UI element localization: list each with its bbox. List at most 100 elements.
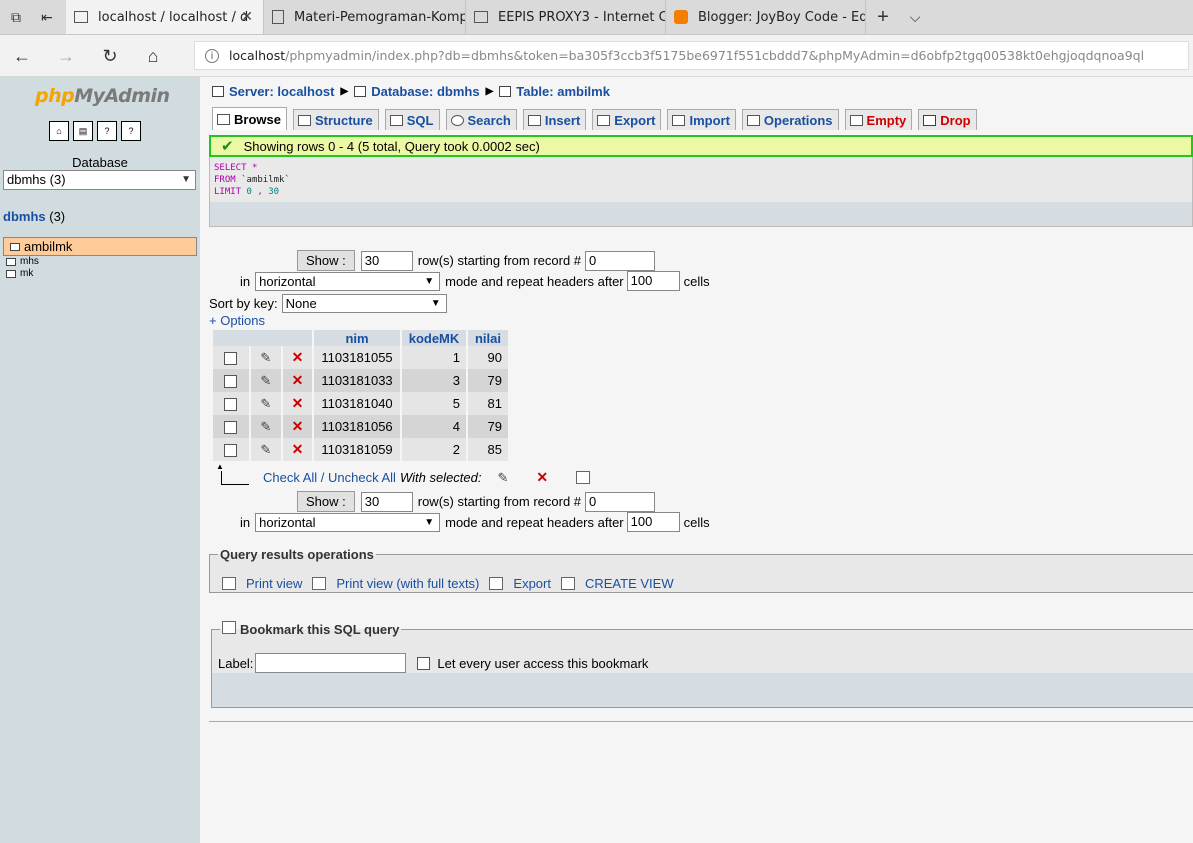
browser-tab-materi[interactable]: Materi-Pemograman-Komp xyxy=(264,0,466,34)
database-label: Database xyxy=(72,155,128,170)
delete-x-icon[interactable]: ✕ xyxy=(292,395,304,411)
table-item-mk[interactable]: mk xyxy=(3,268,197,280)
display-mode-select[interactable]: horizontal ▼ xyxy=(255,271,441,291)
tab-menu-chevron-down-icon[interactable]: ⌵ xyxy=(904,0,926,34)
tab-drop[interactable]: Drop xyxy=(918,109,977,130)
browser-tab-eepis[interactable]: EEPIS PROXY3 - Internet Co xyxy=(466,0,666,34)
blogger-icon xyxy=(674,10,688,24)
query-results-operations: Query results operations Print view Prin… xyxy=(209,547,1193,593)
every-user-checkbox[interactable] xyxy=(417,656,431,670)
check-all-link[interactable]: Check All / Uncheck All xyxy=(263,470,396,485)
rows-count-input[interactable]: 30 xyxy=(360,491,413,512)
tab-label: SQL xyxy=(406,112,434,128)
show-button[interactable]: Show : xyxy=(297,491,355,512)
delete-selected-x-icon[interactable]: ✕ xyxy=(536,469,548,486)
table-icon[interactable] xyxy=(6,270,16,278)
sql-keyword-select: SELECT xyxy=(214,163,247,173)
table-icon[interactable] xyxy=(6,258,16,266)
tab-empty[interactable]: Empty xyxy=(844,109,913,130)
table-tabs: Browse Structure SQL Search Insert Expor… xyxy=(212,107,977,131)
edit-cell: ✎ xyxy=(250,392,281,415)
new-tab-button[interactable]: + xyxy=(872,0,894,34)
print-icon[interactable] xyxy=(222,577,236,590)
breadcrumb-table[interactable]: Table: ambilmk xyxy=(516,84,610,99)
tab-import[interactable]: Import xyxy=(667,109,736,130)
delete-x-icon[interactable]: ✕ xyxy=(292,372,304,388)
delete-x-icon[interactable]: ✕ xyxy=(292,441,304,457)
sql-documentation-icon[interactable]: ? xyxy=(121,121,141,141)
tab-sql[interactable]: SQL xyxy=(384,109,440,130)
column-header-kodemk[interactable]: kodeMK xyxy=(402,330,466,346)
home-icon[interactable]: ⌂ xyxy=(140,43,166,69)
edit-pencil-icon[interactable]: ✎ xyxy=(260,442,271,457)
tab-export[interactable]: Export xyxy=(592,109,662,130)
database-select[interactable]: dbmhs (3) ▼ xyxy=(3,170,196,190)
repeat-headers-input[interactable]: 100 xyxy=(626,512,680,532)
create-view-link[interactable]: CREATE VIEW xyxy=(585,576,674,591)
sort-by-key-select[interactable]: None ▼ xyxy=(281,294,447,313)
row-checkbox-cell xyxy=(213,346,249,369)
table-item-mhs[interactable]: mhs xyxy=(3,256,197,268)
url-field[interactable]: i localhost/phpmyadmin/index.php?db=dbmh… xyxy=(194,41,1189,70)
documentation-icon[interactable]: ? xyxy=(97,121,117,141)
edit-pencil-icon[interactable]: ✎ xyxy=(260,373,271,388)
display-mode-select[interactable]: horizontal ▼ xyxy=(255,512,441,532)
table-icon[interactable] xyxy=(10,242,20,251)
tab-browse[interactable]: Browse xyxy=(212,107,287,130)
browser-tab-phpmyadmin[interactable]: localhost / localhost / d ✕ xyxy=(66,0,264,34)
bookmark-label-input[interactable] xyxy=(255,653,407,673)
print-view-link[interactable]: Print view xyxy=(246,576,302,591)
bookmark-legend: Bookmark this SQL query xyxy=(220,621,401,637)
show-button[interactable]: Show : xyxy=(297,250,355,271)
row-checkbox[interactable] xyxy=(224,421,238,435)
tab-search[interactable]: Search xyxy=(445,109,517,130)
database-title[interactable]: dbmhs (3) xyxy=(3,209,65,224)
options-link[interactable]: + Options xyxy=(209,313,265,328)
export-icon[interactable] xyxy=(489,577,504,590)
edit-selected-pencil-icon[interactable]: ✎ xyxy=(497,470,508,486)
export-selected-icon[interactable] xyxy=(576,471,591,484)
rows-navigation-top: Show : 30 row(s) starting from record # … xyxy=(297,250,656,271)
browser-tab-blogger[interactable]: Blogger: JoyBoy Code - Edit xyxy=(666,0,866,34)
sort-by-key-row: Sort by key: None ▼ xyxy=(209,294,447,313)
tab-operations[interactable]: Operations xyxy=(741,109,839,130)
sql-query-window-icon[interactable]: ▤ xyxy=(73,121,93,141)
edit-pencil-icon[interactable]: ✎ xyxy=(260,350,271,365)
refresh-icon[interactable]: ↻ xyxy=(97,43,123,69)
tab-insert[interactable]: Insert xyxy=(522,109,587,130)
mode-row-top: in horizontal ▼ mode and repeat headers a… xyxy=(240,271,710,291)
delete-x-icon[interactable]: ✕ xyxy=(292,349,304,365)
start-record-input[interactable]: 0 xyxy=(585,250,656,271)
close-tab-icon[interactable]: ✕ xyxy=(241,9,253,25)
breadcrumb-server[interactable]: Server: localhost xyxy=(229,84,335,99)
create-view-icon[interactable] xyxy=(560,577,575,590)
rows-count-input[interactable]: 30 xyxy=(360,250,413,271)
table-item-ambilmk[interactable]: ambilmk xyxy=(3,237,197,256)
column-header-nilai[interactable]: nilai xyxy=(468,330,508,346)
forward-arrow-icon[interactable]: → xyxy=(53,43,79,69)
set-aside-tabs-icon[interactable]: ⇤ xyxy=(36,0,58,34)
empty-icon xyxy=(849,114,863,126)
database-name[interactable]: dbmhs xyxy=(3,209,46,224)
row-checkbox[interactable] xyxy=(224,398,238,412)
database-table-count: (3) xyxy=(49,209,66,224)
tab-structure[interactable]: Structure xyxy=(292,109,379,130)
breadcrumb-database[interactable]: Database: dbmhs xyxy=(371,84,479,99)
delete-x-icon[interactable]: ✕ xyxy=(292,418,304,434)
edit-pencil-icon[interactable]: ✎ xyxy=(260,396,271,411)
export-link[interactable]: Export xyxy=(513,576,551,591)
print-icon[interactable] xyxy=(312,577,327,590)
phpmyadmin-logo[interactable]: phpMyAdmin xyxy=(35,85,170,107)
row-checkbox[interactable] xyxy=(224,375,238,389)
repeat-headers-input[interactable]: 100 xyxy=(626,271,680,291)
column-header-nim[interactable]: nim xyxy=(314,330,400,346)
print-view-full-link[interactable]: Print view (with full texts) xyxy=(336,576,479,591)
site-info-icon[interactable]: i xyxy=(205,48,219,63)
edit-pencil-icon[interactable]: ✎ xyxy=(260,419,271,434)
tab-overview-icon[interactable]: ⧉ xyxy=(6,0,26,34)
home-icon[interactable]: ⌂ xyxy=(49,121,69,141)
back-arrow-icon[interactable]: ← xyxy=(9,43,35,69)
row-checkbox[interactable] xyxy=(224,444,238,458)
start-record-input[interactable]: 0 xyxy=(585,491,656,512)
row-checkbox[interactable] xyxy=(224,352,238,366)
